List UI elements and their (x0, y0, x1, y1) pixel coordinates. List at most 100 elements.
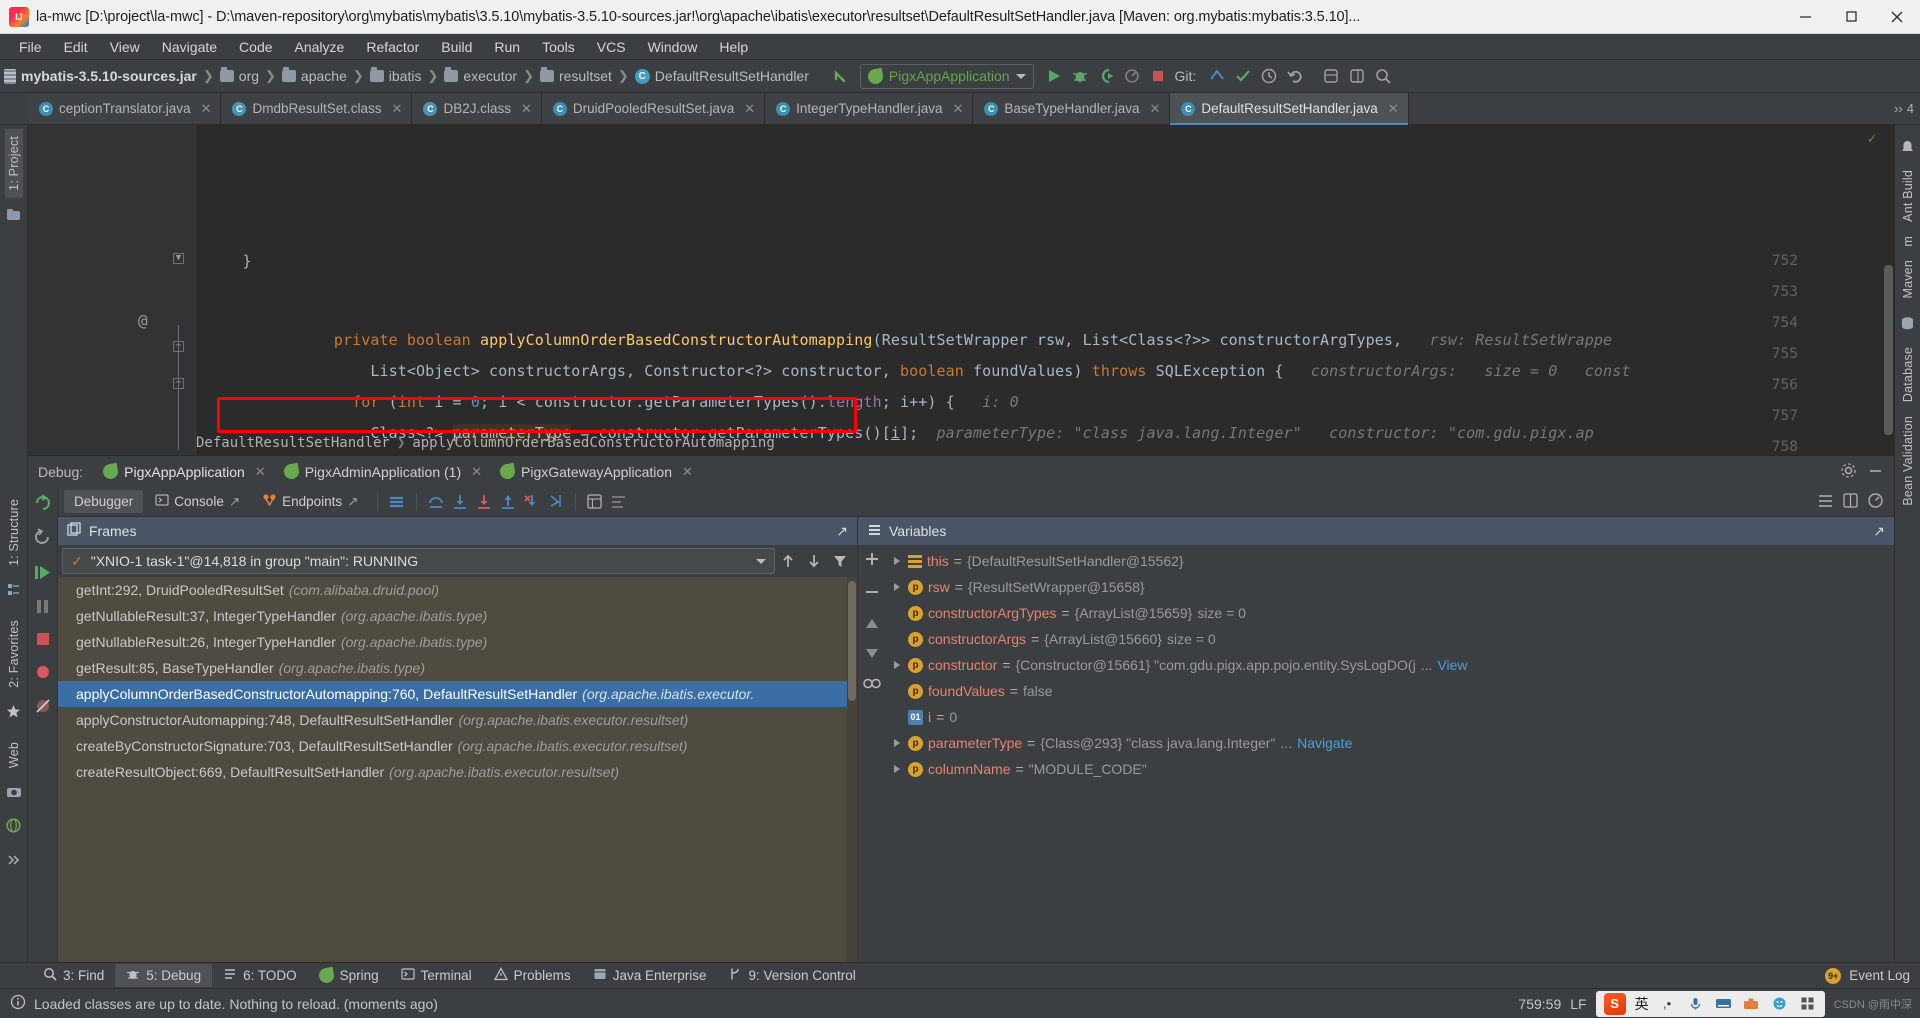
editor-tab-ceptiontranslator[interactable]: C ceptionTranslator.java ✕ (28, 93, 222, 124)
pin-icon[interactable]: ↗ (347, 494, 358, 510)
step-out-icon[interactable] (497, 491, 519, 513)
editor-gutter[interactable] (28, 125, 196, 455)
debug-session-tab-pigxapp[interactable]: PigxAppApplication ✕ (95, 462, 274, 482)
fold-marker[interactable]: ─ (173, 378, 184, 389)
code-editor[interactable]: 752 753 754 755 756 757 758 759 760 ▼ @ … (28, 125, 1894, 455)
menu-tools[interactable]: Tools (531, 36, 586, 58)
menu-run[interactable]: Run (483, 36, 531, 58)
sidebar-item-ant-build[interactable]: Ant Build (1899, 163, 1917, 229)
frame-row[interactable]: getResult:85, BaseTypeHandler (org.apache… (58, 655, 857, 681)
restart-icon[interactable] (33, 528, 52, 550)
minimize-button[interactable] (1782, 0, 1828, 34)
stop-button[interactable] (1145, 63, 1171, 89)
stop-session-icon[interactable] (35, 631, 51, 650)
database-icon[interactable] (1897, 312, 1919, 334)
code-text-area[interactable]: } private boolean applyColumnOrderBasedC… (196, 125, 1894, 455)
step-over-icon[interactable] (425, 491, 447, 513)
menu-refactor[interactable]: Refactor (355, 36, 430, 58)
globe-icon[interactable] (3, 815, 25, 837)
sidebar-item-bean-validation[interactable]: Bean Validation (1899, 409, 1917, 513)
breadcrumb-item-class[interactable]: C DefaultResultSetHandler (634, 68, 809, 84)
sidebar-item-project[interactable]: 1: Project (4, 129, 23, 198)
keyboard-icon[interactable] (1714, 994, 1733, 1013)
drop-frame-icon[interactable] (521, 491, 543, 513)
line-separator[interactable]: LF (1570, 996, 1586, 1012)
tool-button-todo[interactable]: 6: TODO (212, 964, 308, 987)
session-close-icon[interactable]: ✕ (255, 464, 266, 480)
step-into-icon[interactable] (449, 491, 471, 513)
tab-close-icon[interactable]: ✕ (1150, 101, 1161, 117)
frames-list[interactable]: getInt:292, DruidPooledResultSet (com.ali… (58, 577, 857, 962)
tab-console[interactable]: Console ↗ (145, 489, 250, 514)
variable-row-foundvalues[interactable]: p foundValues = false (886, 678, 1894, 704)
tool-button-spring[interactable]: Spring (308, 965, 390, 986)
variable-row-columnname[interactable]: p columnName = "MODULE_CODE" (886, 756, 1894, 782)
profiler-button[interactable] (1119, 63, 1145, 89)
more-toolwindows-icon[interactable] (3, 849, 25, 871)
ime-punctuation-icon[interactable]: ,• (1658, 994, 1677, 1013)
mute-breakpoints-toggle-icon[interactable] (386, 491, 408, 513)
caret-position[interactable]: 759:59 (1518, 996, 1561, 1012)
search-everywhere-icon[interactable] (1370, 63, 1396, 89)
ime-settings-icon[interactable] (1798, 994, 1817, 1013)
breadcrumb-item-ibatis[interactable]: ibatis (369, 67, 421, 84)
fold-marker[interactable]: ▼ (173, 253, 184, 264)
move-down-icon[interactable] (801, 548, 827, 574)
expand-arrow-icon[interactable] (892, 738, 903, 749)
menu-view[interactable]: View (99, 36, 151, 58)
menu-file[interactable]: File (8, 36, 53, 58)
editor-tab-dmdbresultset[interactable]: C DmdbResultSet.class ✕ (221, 93, 413, 124)
list-view-icon[interactable] (1817, 492, 1834, 512)
frame-row[interactable]: createByConstructorSignature:703, Defaul… (58, 733, 857, 759)
sogou-ime-logo-icon[interactable]: S (1603, 992, 1626, 1015)
add-watch-icon[interactable] (864, 551, 880, 570)
move-down-icon[interactable] (864, 647, 880, 663)
variable-row-rsw[interactable]: p rsw = {ResultSetWrapper@15658} (886, 574, 1894, 600)
pause-program-icon[interactable] (34, 598, 51, 618)
watches-icon[interactable] (863, 677, 881, 693)
run-button[interactable] (1041, 63, 1067, 89)
tool-button-problems[interactable]: Problems (483, 964, 582, 987)
emoji-icon[interactable] (1770, 994, 1789, 1013)
chevron-down-icon[interactable] (756, 558, 766, 564)
frame-row-selected[interactable]: applyColumnOrderBasedConstructorAutomapp… (58, 681, 857, 707)
navigate-link[interactable]: Navigate (1297, 735, 1352, 751)
pin-icon[interactable]: ↗ (229, 494, 240, 510)
git-update-icon[interactable] (1204, 63, 1230, 89)
editor-tab-defaultresultsethandler[interactable]: C DefaultResultSetHandler.java ✕ (1170, 93, 1409, 125)
variable-row-constructorargs[interactable]: p constructorArgs = {ArrayList@15660} si… (886, 626, 1894, 652)
camera-icon[interactable] (3, 781, 25, 803)
menu-window[interactable]: Window (637, 36, 709, 58)
variable-row-i[interactable]: 01 i = 0 (886, 704, 1894, 730)
maximize-button[interactable] (1828, 0, 1874, 34)
breadcrumb-item-executor[interactable]: executor (444, 67, 517, 84)
undo-icon[interactable] (1282, 63, 1308, 89)
event-log-label[interactable]: Event Log (1849, 968, 1910, 983)
tool-button-debug[interactable]: 5: Debug (115, 964, 213, 987)
pin-icon[interactable]: ↗ (836, 523, 848, 540)
tool-button-terminal[interactable]: Terminal (390, 964, 483, 987)
debug-button[interactable] (1067, 63, 1093, 89)
breadcrumb-item-apache[interactable]: apache (281, 67, 347, 84)
remove-watch-icon[interactable] (864, 584, 880, 603)
frame-row[interactable]: getInt:292, DruidPooledResultSet (com.ali… (58, 577, 857, 603)
expand-arrow-icon[interactable] (892, 764, 903, 775)
run-with-coverage-button[interactable] (1093, 63, 1119, 89)
toolbox-icon[interactable] (1742, 994, 1761, 1013)
menu-vcs[interactable]: VCS (586, 36, 637, 58)
debug-session-tab-pigxadmin[interactable]: PigxAdminApplication (1) ✕ (276, 462, 490, 482)
hide-window-icon[interactable] (1867, 462, 1884, 482)
frame-row[interactable]: createResultObject:669, DefaultResultSet… (58, 759, 857, 785)
breadcrumb-item-jar[interactable]: mybatis-3.5.10-sources.jar (4, 68, 197, 84)
debug-session-tab-pigxgateway[interactable]: PigxGatewayApplication ✕ (492, 462, 701, 482)
back-arrow-icon[interactable] (827, 63, 853, 89)
tab-close-icon[interactable]: ✕ (744, 101, 755, 117)
inspection-ok-icon[interactable]: ✓ (1868, 131, 1876, 147)
evaluate-expression-icon[interactable] (584, 491, 606, 513)
git-history-icon[interactable] (1256, 63, 1282, 89)
sidebar-item-structure[interactable]: 1: Structure (5, 492, 23, 573)
scrollbar-thumb[interactable] (848, 581, 856, 701)
expand-arrow-icon[interactable] (892, 556, 903, 567)
force-step-into-icon[interactable] (473, 491, 495, 513)
editor-tab-basetypehandler[interactable]: C BaseTypeHandler.java ✕ (973, 93, 1171, 124)
